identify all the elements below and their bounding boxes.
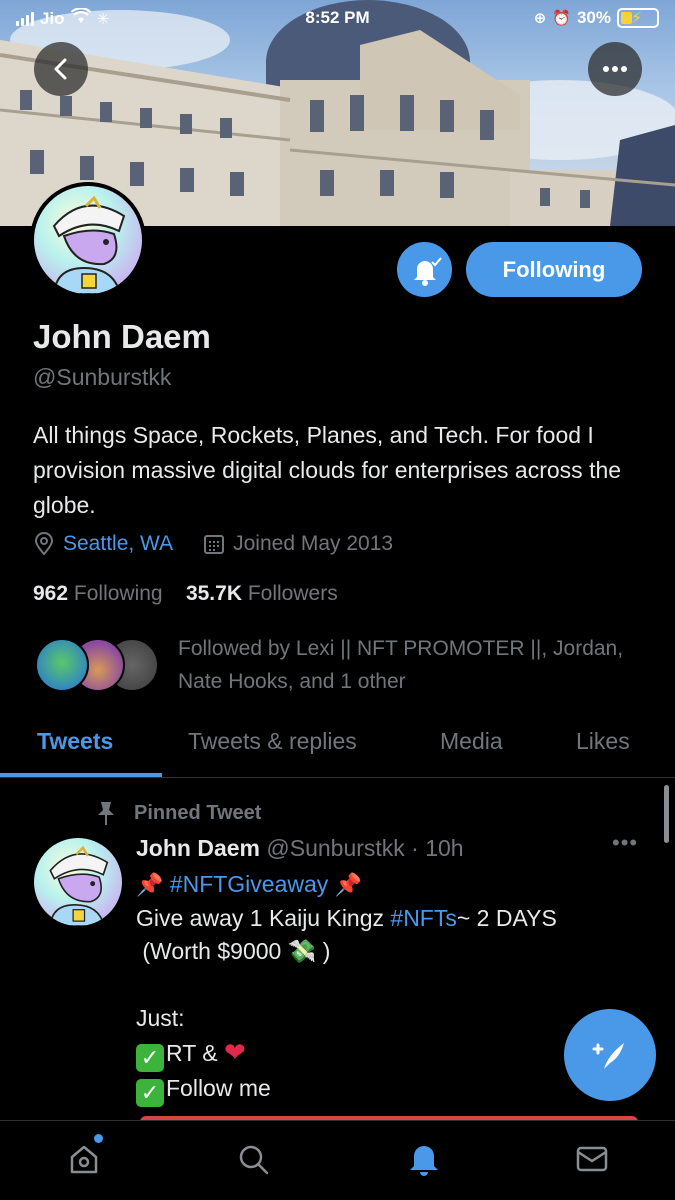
profile-bio: All things Space, Rockets, Planes, and T… xyxy=(33,422,622,518)
search-icon xyxy=(239,1145,269,1175)
following-label: Following xyxy=(73,582,163,605)
tab-tweets[interactable]: Tweets xyxy=(37,728,113,755)
battery-percent: 30% xyxy=(576,8,611,27)
tweet-line-6: ✓ RT & ❤ xyxy=(136,1036,636,1072)
followed-by-text[interactable]: Followed by Lexi || NFT PROMOTER ||, Jor… xyxy=(178,632,638,698)
status-bar: Jio ✳ 8:52 PM ⊕ ⏰ 30% ⚡ xyxy=(0,0,675,36)
tweet-line-3: (Worth $9000 💸 ) xyxy=(136,935,636,969)
pinned-label: Pinned Tweet xyxy=(94,800,261,826)
profile-counts: 962 Following 35.7K Followers xyxy=(33,582,338,606)
tweet-text: ) xyxy=(322,938,331,964)
tweet-more-icon[interactable]: ••• xyxy=(612,830,638,856)
money-wings-icon: 💸 xyxy=(287,938,317,964)
location-pin-icon xyxy=(34,532,54,556)
pinned-tweet-label: Pinned Tweet xyxy=(134,801,262,824)
follower-avatar xyxy=(35,638,89,692)
orientation-lock-icon: ⊕ xyxy=(533,10,547,27)
tweet-text: RT & xyxy=(166,1039,218,1066)
profile-meta: Seattle, WA Joined May 2013 xyxy=(33,532,393,556)
home-icon xyxy=(70,1145,98,1174)
ellipsis-icon xyxy=(603,66,627,72)
profile-avatar[interactable] xyxy=(30,182,146,298)
tweet-line-1: 📌 #NFTGiveaway 📌 xyxy=(136,868,636,902)
check-mark-icon: ✓ xyxy=(136,1043,164,1072)
tweet-author-handle: @Sunburstkk xyxy=(266,835,405,861)
tweet-body[interactable]: 📌 #NFTGiveaway 📌 Give away 1 Kaiju Kingz… xyxy=(136,868,636,1107)
active-tab-indicator xyxy=(0,773,162,777)
tweet-author-name[interactable]: John Daem xyxy=(136,835,260,861)
following-count: 962 xyxy=(33,582,69,605)
tweet-author-avatar[interactable] xyxy=(34,838,122,926)
pushpin-icon: 📌 xyxy=(334,872,363,897)
nav-messages[interactable] xyxy=(572,1139,612,1179)
hashtag-nftgiveaway[interactable]: #NFTGiveaway xyxy=(170,871,328,897)
status-right: ⊕ ⏰ 30% ⚡ xyxy=(534,8,659,28)
back-button[interactable] xyxy=(34,42,88,96)
more-options-button[interactable] xyxy=(588,42,642,96)
bell-check-icon xyxy=(413,256,442,286)
following-button[interactable]: Following xyxy=(466,242,642,297)
bottom-nav xyxy=(0,1120,675,1200)
followers-label: Followers xyxy=(247,582,338,605)
tweet-line-5: Just: xyxy=(136,1005,185,1031)
tweet-line-7: ✓ Follow me xyxy=(136,1072,636,1107)
tab-likes[interactable]: Likes xyxy=(576,728,630,755)
check-mark-icon: ✓ xyxy=(136,1078,164,1107)
heart-icon: ❤ xyxy=(223,1036,246,1067)
profile-location[interactable]: Seattle, WA xyxy=(63,532,173,556)
tweet-text: Give away 1 Kaiju Kingz xyxy=(136,904,391,931)
tweet-header: John Daem @Sunburstkk · 10h xyxy=(136,835,464,862)
compose-feather-icon xyxy=(592,1043,624,1069)
tab-media[interactable]: Media xyxy=(440,728,503,755)
nav-search[interactable] xyxy=(233,1139,273,1179)
tweet-text: ~ 2 DAYS xyxy=(456,904,557,931)
following-count-link[interactable]: 962 Following xyxy=(33,582,163,605)
battery-icon: ⚡ xyxy=(617,8,659,28)
profile-tabs: Tweets Tweets & replies Media Likes xyxy=(0,712,675,778)
tweet-text: (Worth $9000 xyxy=(142,938,282,964)
followers-count: 35.7K xyxy=(185,582,242,605)
mail-icon xyxy=(576,1146,608,1172)
home-notification-dot xyxy=(94,1134,103,1143)
tab-tweets-replies[interactable]: Tweets & replies xyxy=(188,728,357,755)
nav-home[interactable] xyxy=(64,1139,104,1179)
bell-icon xyxy=(410,1146,438,1176)
pushpin-icon: 📌 xyxy=(136,872,164,897)
scrollbar[interactable] xyxy=(664,785,669,843)
tweet-line-2: Give away 1 Kaiju Kingz #NFTs~ 2 DAYS xyxy=(136,902,636,936)
compose-tweet-button[interactable] xyxy=(564,1009,656,1101)
notifications-bell-button[interactable] xyxy=(397,242,452,297)
tweet-text: Follow me xyxy=(166,1074,271,1101)
followers-count-link[interactable]: 35.7K Followers xyxy=(186,582,338,605)
hashtag-nfts[interactable]: #NFTs xyxy=(390,905,456,931)
calendar-icon xyxy=(204,535,225,554)
pin-icon xyxy=(98,802,114,825)
tweet-time: · 10h xyxy=(411,835,464,861)
nav-notifications[interactable] xyxy=(404,1139,444,1179)
profile-handle: @Sunburstkk xyxy=(33,364,172,390)
alarm-icon: ⏰ xyxy=(552,10,571,27)
profile-joined: Joined May 2013 xyxy=(233,532,394,555)
profile-name: John Daem xyxy=(33,318,211,355)
chevron-left-icon xyxy=(54,58,67,80)
followed-by-avatars[interactable] xyxy=(35,638,165,694)
